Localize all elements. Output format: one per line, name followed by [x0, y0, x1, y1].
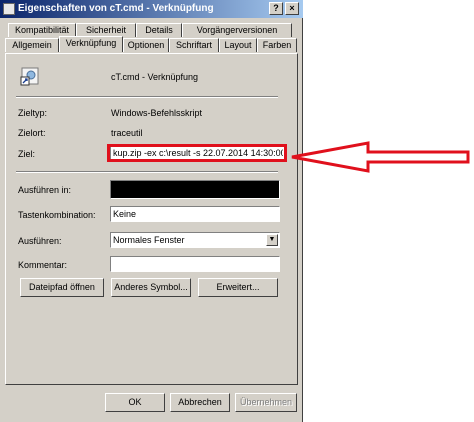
run-label: Ausführen:	[18, 236, 62, 246]
tab-optionen[interactable]: Optionen	[123, 38, 169, 52]
run-in-label: Ausführen in:	[18, 185, 72, 195]
properties-dialog: Eigenschaften von cT.cmd - Verknüpfung ?…	[0, 0, 303, 422]
comment-input[interactable]	[110, 256, 280, 272]
highlight-box	[107, 144, 287, 162]
red-arrow-icon	[291, 141, 470, 173]
tab-details[interactable]: Details	[136, 23, 182, 37]
ok-button[interactable]: OK	[105, 393, 165, 412]
shortcut-file-icon	[3, 3, 15, 15]
target-type-label: Zieltyp:	[18, 108, 48, 118]
tab-layout[interactable]: Layout	[219, 38, 257, 52]
target-location-value: traceutil	[111, 128, 143, 138]
advanced-button[interactable]: Erweitert...	[198, 278, 278, 297]
tab-allgemein[interactable]: Allgemein	[5, 38, 59, 52]
tab-vorgaengerversionen[interactable]: Vorgängerversionen	[182, 23, 292, 37]
title-bar[interactable]: Eigenschaften von cT.cmd - Verknüpfung ?…	[0, 0, 303, 18]
shortcut-icon	[20, 66, 40, 86]
hotkey-input[interactable]: Keine	[110, 206, 280, 222]
separator	[16, 171, 278, 173]
target-label: Ziel:	[18, 149, 36, 159]
tab-farben[interactable]: Farben	[257, 38, 297, 52]
window-title: Eigenschaften von cT.cmd - Verknüpfung	[18, 3, 214, 14]
open-file-location-button[interactable]: Dateipfad öffnen	[20, 278, 104, 297]
change-icon-button[interactable]: Anderes Symbol...	[111, 278, 191, 297]
apply-button[interactable]: Übernehmen	[235, 393, 297, 412]
tab-sicherheit[interactable]: Sicherheit	[76, 23, 136, 37]
target-location-label: Zielort:	[18, 128, 46, 138]
run-in-input[interactable]	[110, 180, 280, 199]
separator	[16, 96, 278, 98]
shortcut-name: cT.cmd - Verknüpfung	[111, 72, 199, 82]
run-select-value: Normales Fenster	[113, 235, 185, 245]
tab-schriftart[interactable]: Schriftart	[169, 38, 219, 52]
tab-kompatibilitaet[interactable]: Kompatibilität	[8, 23, 76, 37]
target-type-value: Windows-Befehlsskript	[111, 108, 203, 118]
help-button[interactable]: ?	[269, 2, 283, 15]
cancel-button[interactable]: Abbrechen	[170, 393, 230, 412]
run-select[interactable]: Normales Fenster ▼	[110, 232, 280, 248]
comment-label: Kommentar:	[18, 260, 68, 270]
tab-verknuepfung[interactable]: Verknüpfung	[59, 36, 123, 52]
chevron-down-icon[interactable]: ▼	[266, 234, 278, 246]
hotkey-label: Tastenkombination:	[18, 210, 96, 220]
close-button[interactable]: ×	[285, 2, 299, 15]
